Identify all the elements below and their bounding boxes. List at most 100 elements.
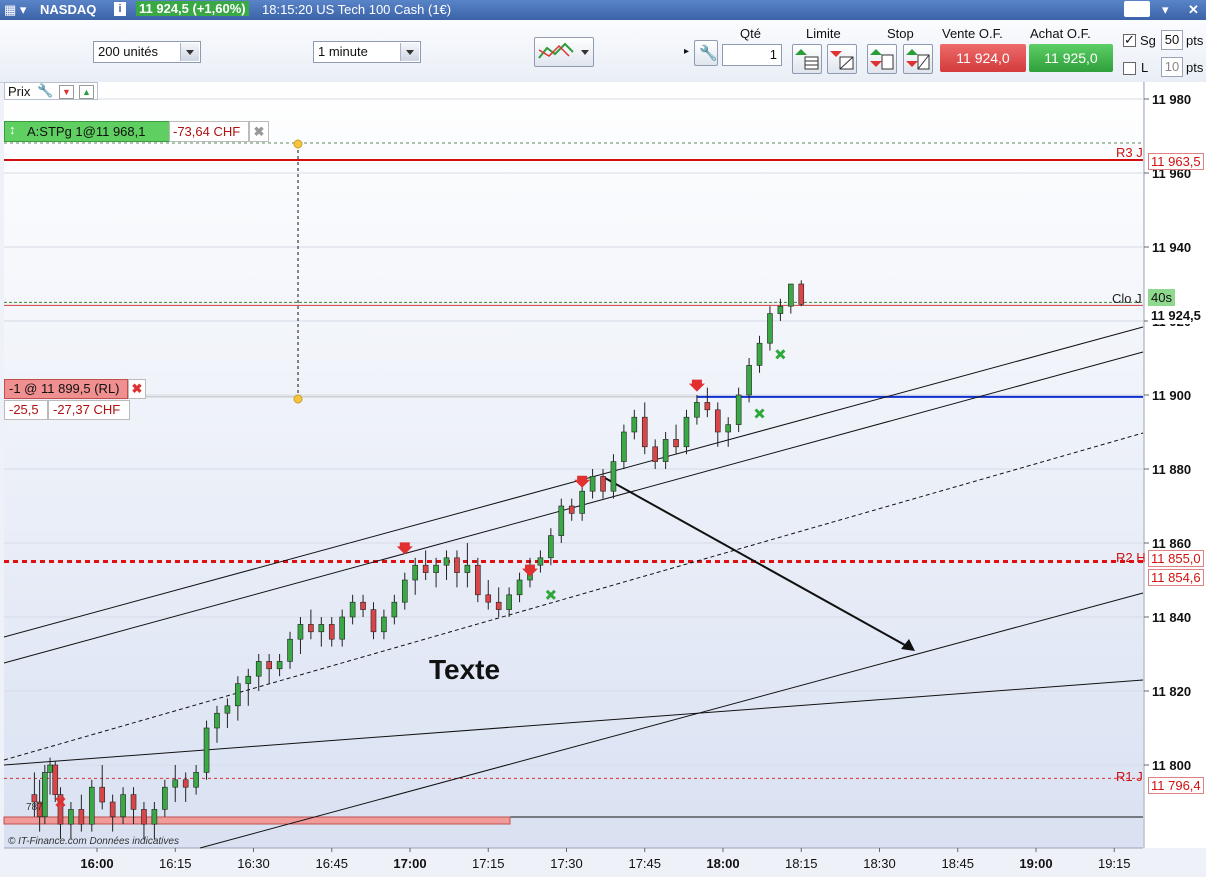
- x-tick-label: 19:15: [1098, 856, 1131, 871]
- limit-buy-icon: [795, 49, 819, 70]
- position-pnl: -27,37 CHF: [48, 400, 130, 420]
- interval-select-value: 1 minute: [318, 44, 368, 59]
- candle-body: [777, 305, 784, 314]
- clo-label: Clo J: [1112, 291, 1142, 306]
- candle-body: [308, 624, 314, 633]
- l-input[interactable]: 10: [1161, 57, 1183, 77]
- candle-body: [631, 416, 638, 433]
- candle-body: [433, 564, 439, 573]
- drag-handle-icon[interactable]: ↕: [9, 122, 16, 137]
- candle-body: [610, 461, 617, 492]
- candle-body: [42, 772, 48, 818]
- units-select-value: 200 unités: [98, 44, 158, 59]
- stop-order-pnl: -73,64 CHF: [169, 121, 249, 142]
- sg-input[interactable]: 50: [1161, 30, 1183, 50]
- close-position-icon[interactable]: ✖: [128, 379, 146, 399]
- limit-sell-button[interactable]: [827, 44, 857, 74]
- candle-body: [287, 638, 293, 662]
- stop-buy-icon: [870, 49, 894, 70]
- candle-body: [276, 661, 283, 670]
- candle-body: [52, 764, 59, 795]
- candle-body: [714, 409, 721, 433]
- close-icon[interactable]: ✕: [1188, 2, 1199, 18]
- r1-label: R1 J: [1116, 769, 1143, 784]
- x-tick-label: 16:45: [315, 856, 348, 871]
- low-label: 787: [26, 802, 43, 813]
- interval-select[interactable]: 1 minute: [313, 41, 421, 63]
- candle-body: [652, 446, 658, 462]
- candle-body: [673, 439, 679, 448]
- y-tick-label: 11 800: [1152, 758, 1191, 773]
- candle-body: [516, 579, 523, 596]
- sell-button[interactable]: 11 924,0: [940, 44, 1026, 72]
- minimize-icon[interactable]: ▾: [1162, 2, 1169, 18]
- units-select[interactable]: 200 unités: [93, 41, 201, 63]
- arrow-down-icon[interactable]: ▼: [59, 85, 74, 99]
- candle-body: [68, 809, 74, 825]
- cancel-order-icon[interactable]: ✖: [249, 121, 269, 142]
- candle-body: [495, 601, 502, 610]
- settings-button[interactable]: 🔧: [694, 40, 718, 66]
- title-bar: ▦ ▾ NASDAQ i 11 924,5 (+1,60%) 18:15:20 …: [0, 0, 1206, 20]
- position-points: -25,5: [4, 400, 48, 420]
- r2b-value: 11 854,6: [1148, 569, 1204, 586]
- chart-type-icon: [538, 42, 589, 59]
- candle-body: [694, 402, 700, 418]
- r1-value: 11 796,4: [1148, 777, 1204, 794]
- candle-body: [162, 786, 168, 810]
- candle-body: [798, 283, 805, 305]
- candle-body: [568, 505, 575, 514]
- stop-buy-button[interactable]: [867, 44, 897, 74]
- candle-body: [31, 794, 38, 803]
- keyboard-icon[interactable]: [1124, 1, 1150, 17]
- x-tick-label: 19:00: [1019, 856, 1052, 871]
- candle-body: [579, 490, 585, 514]
- arrow-up-icon[interactable]: ▲: [79, 85, 94, 99]
- candle-body: [621, 431, 627, 462]
- y-tick-label: 11 880: [1152, 462, 1191, 477]
- info-icon[interactable]: i: [114, 2, 126, 16]
- l-checkbox[interactable]: [1123, 62, 1136, 75]
- chart-type-button[interactable]: [534, 37, 594, 67]
- qty-input[interactable]: 1: [722, 44, 782, 66]
- candle-body: [235, 683, 241, 707]
- stop-order-tag[interactable]: ↕ A:STPg 1@11 968,1: [4, 121, 170, 142]
- text-annotation[interactable]: Texte: [429, 654, 500, 686]
- stop-order-text: A:STPg 1@11 968,1: [27, 124, 146, 139]
- price-chart[interactable]: 11 98011 96011 94011 92011 90011 88011 8…: [0, 82, 1206, 877]
- candle-body: [193, 772, 199, 788]
- x-tick-label: 16:15: [159, 856, 192, 871]
- position-tag[interactable]: -1 @ 11 899,5 (RL): [4, 379, 128, 399]
- candle-body: [746, 365, 752, 396]
- order-handle: [293, 139, 303, 149]
- candle-body: [203, 727, 210, 773]
- candle-body: [454, 557, 460, 573]
- candle-body: [756, 342, 763, 366]
- wrench-icon[interactable]: 🔧: [37, 83, 53, 99]
- candle-body: [788, 283, 794, 307]
- candle-body: [589, 476, 596, 492]
- limit-label: Limite: [806, 26, 841, 41]
- stop-sell-button[interactable]: [903, 44, 933, 74]
- y-tick-label: 11 840: [1152, 610, 1191, 625]
- x-tick-label: 17:00: [393, 856, 426, 871]
- l-label: L: [1141, 60, 1149, 75]
- x-tick-label: 17:30: [550, 856, 583, 871]
- candle-body: [141, 809, 147, 825]
- limit-buy-button[interactable]: [792, 44, 822, 74]
- candle-body: [224, 705, 231, 714]
- candle-body: [641, 416, 648, 448]
- price-panel-header: Prix 🔧 ▼ ▲: [4, 82, 98, 100]
- collapse-arrow-icon[interactable]: ▸: [684, 46, 689, 57]
- x-tick-label: 18:45: [941, 856, 974, 871]
- candle-body: [130, 794, 137, 810]
- y-tick-label: 11 860: [1152, 536, 1191, 551]
- y-tick-label: 11 940: [1152, 240, 1191, 255]
- sg-checkbox[interactable]: ✓: [1123, 32, 1136, 47]
- candle-body: [349, 601, 356, 618]
- instrument-name[interactable]: NASDAQ: [40, 2, 96, 17]
- buy-button[interactable]: 11 925,0: [1029, 44, 1113, 72]
- instrument-icon[interactable]: ▦ ▾: [4, 2, 26, 18]
- candle-body: [475, 564, 481, 596]
- prix-label: Prix: [8, 84, 31, 99]
